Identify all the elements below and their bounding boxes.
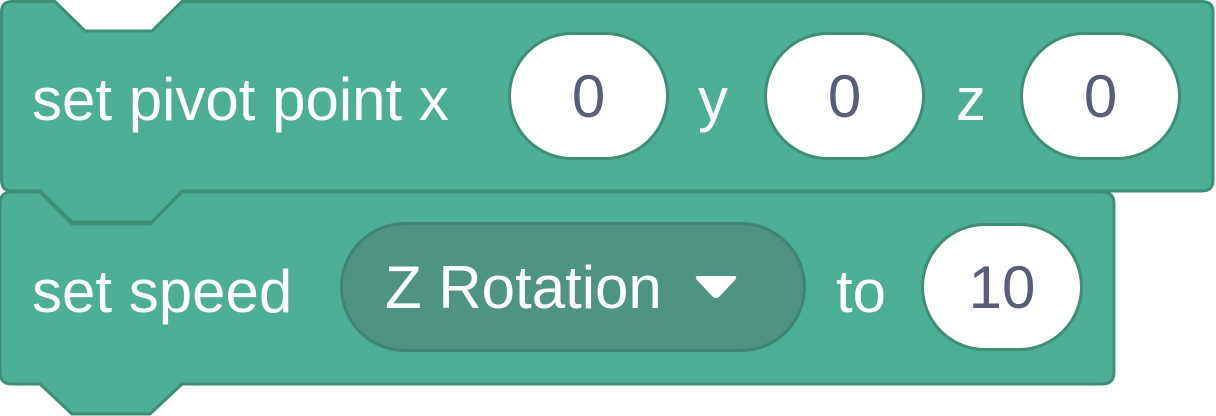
set-pivot-point-label: set pivot point x bbox=[32, 66, 449, 133]
pivot-y-label: y bbox=[698, 66, 728, 133]
pivot-z-input[interactable]: 0 bbox=[1020, 32, 1181, 160]
script-stack: set pivot point x 0 y 0 z 0 set speed Z … bbox=[0, 0, 1216, 416]
speed-type-dropdown[interactable]: Z Rotation bbox=[340, 222, 806, 352]
dropdown-selected-label: Z Rotation bbox=[385, 253, 662, 321]
pivot-y-input[interactable]: 0 bbox=[764, 32, 925, 160]
set-speed-label: set speed bbox=[32, 258, 293, 325]
pivot-x-input[interactable]: 0 bbox=[508, 32, 669, 160]
speed-value-input[interactable]: 10 bbox=[921, 223, 1083, 351]
to-label: to bbox=[836, 258, 887, 325]
pivot-z-label: z bbox=[956, 66, 986, 133]
caret-down-icon bbox=[695, 276, 737, 298]
